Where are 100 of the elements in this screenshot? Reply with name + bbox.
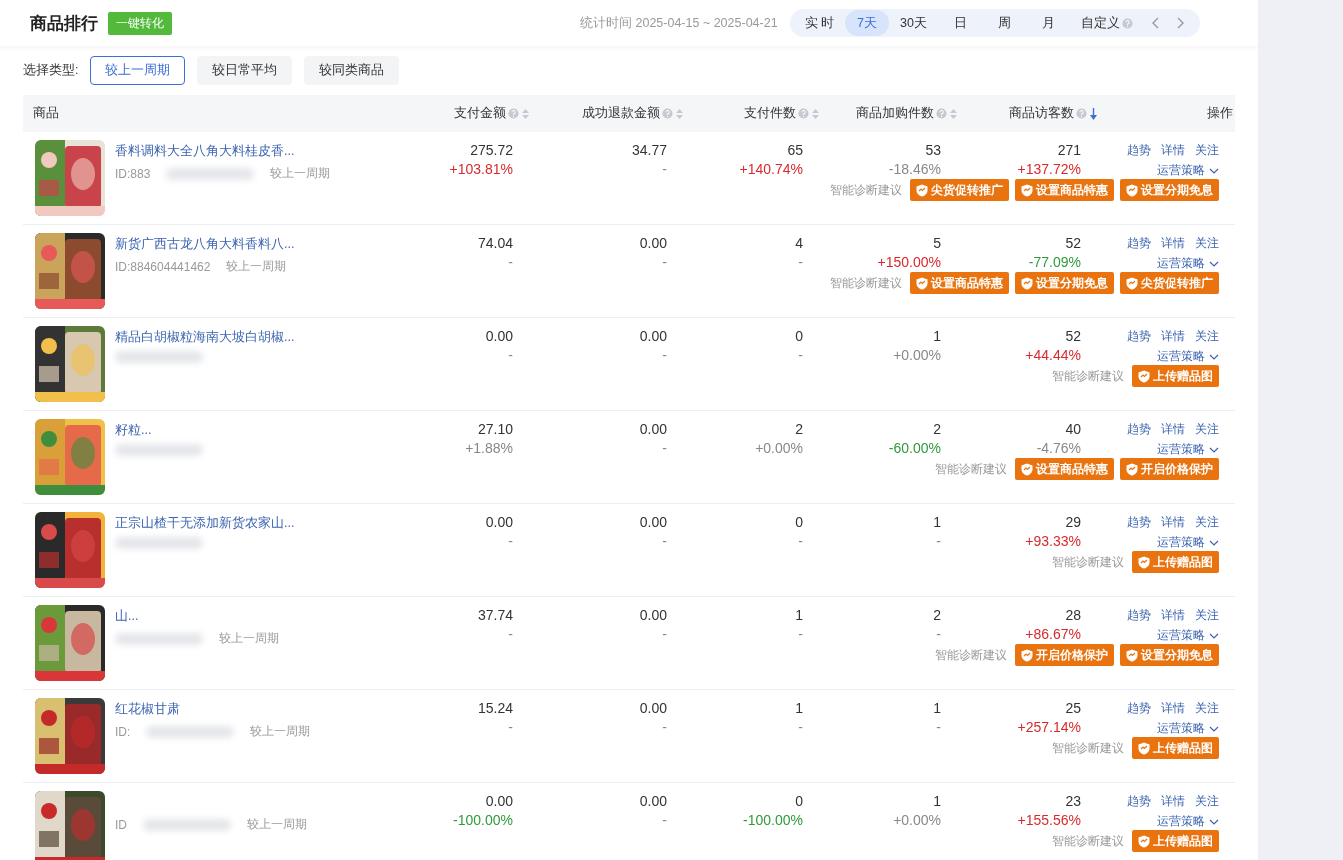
compare-option[interactable]: 较上一周期 <box>90 56 186 85</box>
metric-value: 37.74 <box>477 607 513 623</box>
strategy-dropdown[interactable]: 运营策略 <box>1157 348 1219 365</box>
product-link[interactable]: 新货广西古龙八角大料香料八... <box>115 237 295 251</box>
strategy-dropdown[interactable]: 运营策略 <box>1157 255 1219 272</box>
metric-value: 0.00 <box>639 514 667 530</box>
metric-value: 0 <box>795 514 803 530</box>
metric-value: 5 <box>933 235 941 251</box>
product-link[interactable]: 山... <box>115 609 139 623</box>
metric-value: 15.24 <box>477 700 513 716</box>
metric-change: - <box>662 719 667 735</box>
strategy-dropdown[interactable]: 运营策略 <box>1157 813 1219 830</box>
strategy-dropdown[interactable]: 运营策略 <box>1157 627 1219 644</box>
action-link[interactable]: 详情 <box>1161 514 1185 531</box>
range-tab[interactable]: 30天 <box>889 10 938 36</box>
strategy-dropdown[interactable]: 运营策略 <box>1157 162 1219 179</box>
strategy-dropdown[interactable]: 运营策略 <box>1157 441 1219 458</box>
strategy-dropdown[interactable]: 运营策略 <box>1157 534 1219 551</box>
metric-value: 1 <box>933 328 941 344</box>
action-link[interactable]: 趋势 <box>1127 328 1151 345</box>
action-link[interactable]: 详情 <box>1161 142 1185 159</box>
column-header: 成功退款金额 <box>582 105 660 122</box>
product-id: ID: <box>115 724 131 739</box>
metric-change: +86.67% <box>1025 626 1081 642</box>
shield-icon <box>1021 183 1033 197</box>
product-link[interactable]: 正宗山楂干无添加新货农家山... <box>115 516 295 530</box>
diagnosis-label: 智能诊断建议 <box>1052 832 1124 850</box>
metric-value: 23 <box>1065 793 1081 809</box>
metric-value: 25 <box>1065 700 1081 716</box>
compare-option[interactable]: 较日常平均 <box>197 56 293 85</box>
action-link[interactable]: 关注 <box>1195 235 1219 252</box>
caret-icon <box>1209 352 1219 361</box>
metric-change: - <box>508 533 513 549</box>
action-link[interactable]: 详情 <box>1161 235 1185 252</box>
shield-icon <box>1138 741 1150 755</box>
action-link[interactable]: 趋势 <box>1127 514 1151 531</box>
action-link[interactable]: 趋势 <box>1127 235 1151 252</box>
metric-value: 52 <box>1065 235 1081 251</box>
action-link[interactable]: 趋势 <box>1127 793 1151 810</box>
product-id: ID:884604441462 <box>115 259 211 274</box>
compare-period: 较上一周期 <box>219 630 279 647</box>
action-link[interactable]: 关注 <box>1195 421 1219 438</box>
action-link[interactable]: 详情 <box>1161 328 1185 345</box>
metric-change: - <box>662 161 667 177</box>
product-link[interactable]: 籽粒... <box>115 423 152 437</box>
action-link[interactable]: 关注 <box>1195 607 1219 624</box>
range-tab[interactable]: 月 <box>1026 10 1070 36</box>
action-link[interactable]: 趋势 <box>1127 607 1151 624</box>
metric-value: 0.00 <box>485 328 513 344</box>
shield-icon <box>916 183 928 197</box>
metric-value: 65 <box>787 142 803 158</box>
metric-value: 271 <box>1057 142 1081 158</box>
metric-value: 1 <box>933 514 941 530</box>
action-link[interactable]: 关注 <box>1195 514 1219 531</box>
metric-change: +44.44% <box>1025 347 1081 363</box>
diagnosis-label: 智能诊断建议 <box>1052 739 1124 757</box>
action-link[interactable]: 趋势 <box>1127 421 1151 438</box>
metric-change: - <box>798 626 803 642</box>
action-link[interactable]: 趋势 <box>1127 142 1151 159</box>
action-link[interactable]: 关注 <box>1195 700 1219 717</box>
range-tab[interactable]: 日 <box>938 10 982 36</box>
product-link[interactable]: 精品白胡椒粒海南大坡白胡椒... <box>115 330 295 344</box>
metric-value: 2 <box>933 607 941 623</box>
metric-value: 29 <box>1065 514 1081 530</box>
diagnosis-label: 智能诊断建议 <box>935 646 1007 664</box>
column-header: 操作 <box>1207 105 1233 122</box>
strategy-dropdown[interactable]: 运营策略 <box>1157 720 1219 737</box>
column-header: 支付金额 <box>454 105 506 122</box>
metric-value: 0.00 <box>639 793 667 809</box>
range-tab[interactable]: 自定义 <box>1070 10 1144 36</box>
range-tab[interactable]: 7天 <box>845 10 890 36</box>
metric-change: - <box>508 347 513 363</box>
product-id: ID <box>115 817 127 832</box>
compare-option[interactable]: 较同类商品 <box>304 56 400 85</box>
metric-value: 0.00 <box>485 514 513 530</box>
caret-icon <box>1209 724 1219 733</box>
metric-value: 0.00 <box>639 607 667 623</box>
metric-change: -100.00% <box>743 812 803 828</box>
column-header: 商品加购件数 <box>856 105 934 122</box>
range-tab[interactable]: 周 <box>982 10 1026 36</box>
product-link[interactable]: 香料调料大全八角大料桂皮香... <box>115 144 295 158</box>
product-link[interactable]: 红花椒甘肃 <box>115 702 180 716</box>
action-link[interactable]: 关注 <box>1195 328 1219 345</box>
metric-change: -77.09% <box>1028 254 1081 270</box>
range-tab[interactable]: 实 时 <box>793 10 846 36</box>
action-link[interactable]: 详情 <box>1161 607 1185 624</box>
shield-icon <box>1021 648 1033 662</box>
shield-icon <box>1021 276 1033 290</box>
action-link[interactable]: 详情 <box>1161 793 1185 810</box>
action-link[interactable]: 详情 <box>1161 421 1185 438</box>
action-link[interactable]: 关注 <box>1195 793 1219 810</box>
metric-change: -60.00% <box>888 440 941 456</box>
metric-change: - <box>798 533 803 549</box>
metric-value: 275.72 <box>470 142 513 158</box>
shield-icon <box>1126 276 1138 290</box>
action-link[interactable]: 关注 <box>1195 142 1219 159</box>
metric-value: 1 <box>795 700 803 716</box>
compare-period: 较上一周期 <box>270 165 331 182</box>
action-link[interactable]: 趋势 <box>1127 700 1151 717</box>
action-link[interactable]: 详情 <box>1161 700 1185 717</box>
